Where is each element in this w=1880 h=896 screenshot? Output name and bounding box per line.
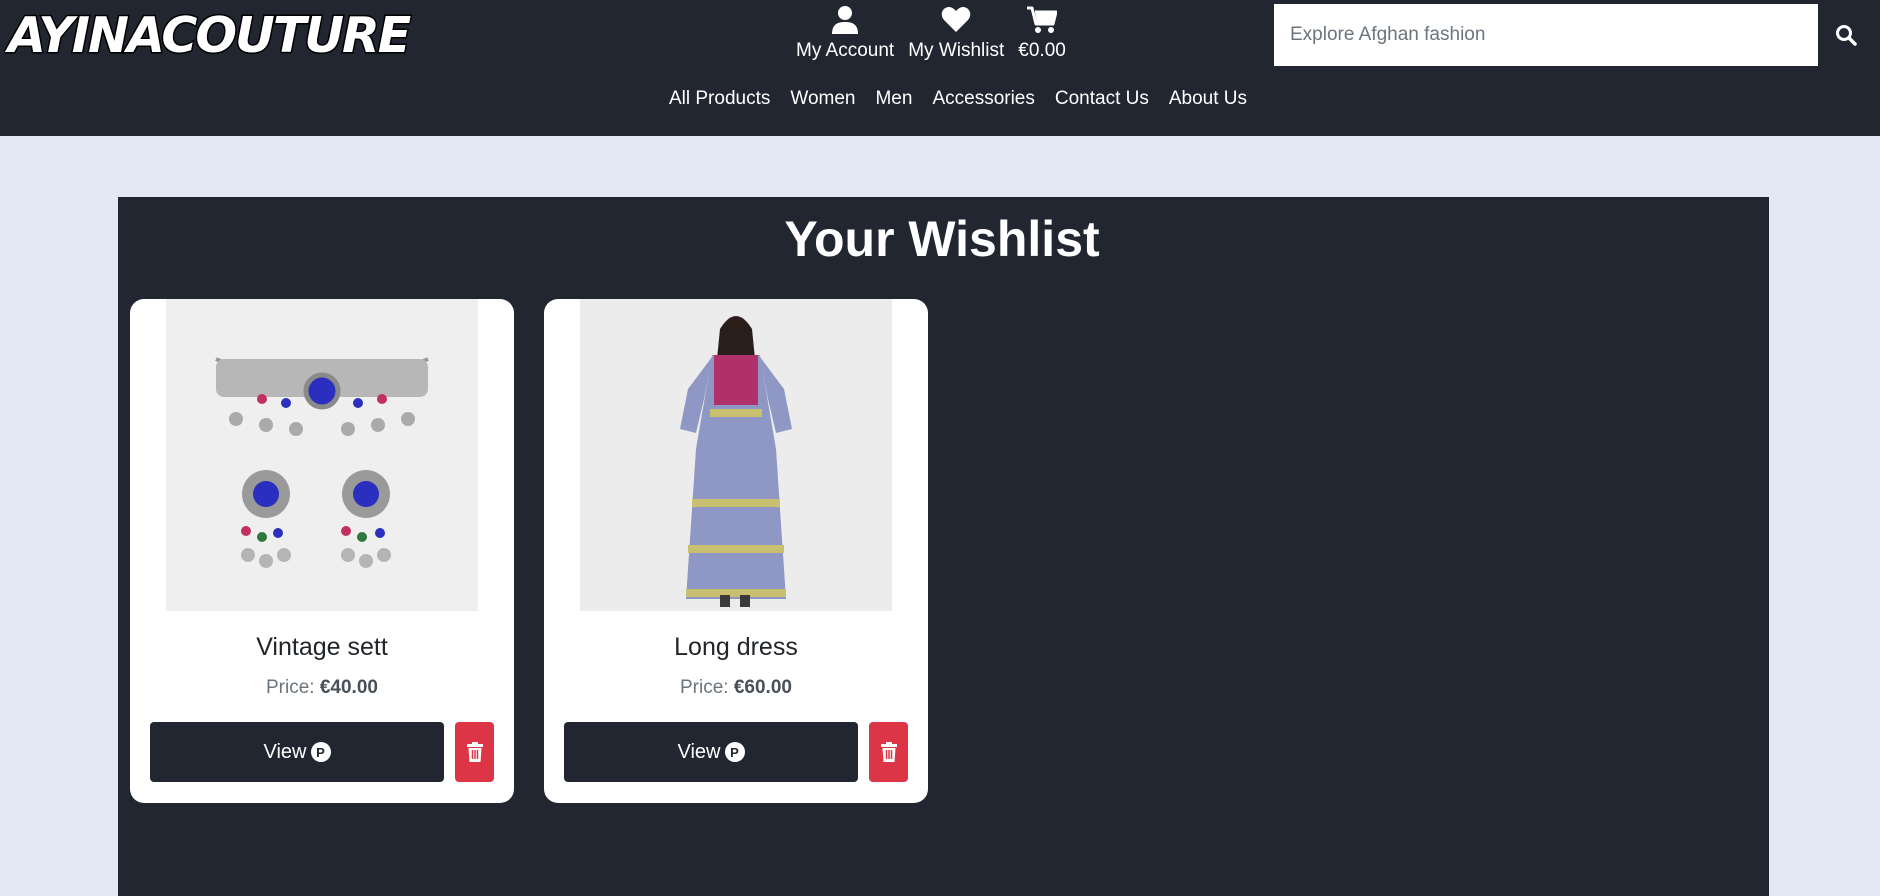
- view-button[interactable]: View P: [564, 722, 858, 782]
- price-prefix: Price:: [266, 677, 315, 698]
- search-button[interactable]: [1818, 4, 1874, 66]
- cart-icon: [1027, 6, 1058, 33]
- delete-button[interactable]: [869, 722, 908, 782]
- site-header: AYINACOUTURE My Account My Wishlist €0.0: [0, 0, 1880, 136]
- nav-accessories[interactable]: Accessories: [932, 88, 1034, 110]
- view-label: View: [263, 740, 307, 763]
- nav-all-products[interactable]: All Products: [669, 88, 770, 110]
- wishlist-card: Long dress Price: €60.00 View P: [544, 299, 928, 803]
- product-price: Price: €40.00: [130, 677, 514, 699]
- parking-icon: P: [310, 742, 331, 762]
- user-icon: [832, 6, 859, 34]
- price-value: €40.00: [319, 677, 378, 698]
- my-wishlist-link[interactable]: My Wishlist: [908, 6, 1004, 62]
- my-account-label: My Account: [796, 40, 895, 61]
- product-name: Vintage sett: [256, 633, 388, 661]
- cart-total: €0.00: [1018, 40, 1066, 61]
- parking-icon: P: [724, 742, 745, 762]
- product-name: Long dress: [674, 633, 798, 661]
- search-icon: [1836, 25, 1857, 46]
- view-label: View: [677, 740, 721, 763]
- account-nav: My Account My Wishlist €0.00: [796, 6, 1080, 62]
- view-button[interactable]: View P: [150, 722, 444, 782]
- wishlist-card: Vintage sett Price: €40.00 View P: [130, 299, 514, 803]
- product-image-dress[interactable]: [580, 299, 892, 611]
- price-prefix: Price:: [680, 677, 729, 698]
- heart-icon: [941, 7, 971, 32]
- nav-men[interactable]: Men: [875, 88, 912, 110]
- page-title: Your Wishlist: [784, 211, 1100, 267]
- nav-about-us[interactable]: About Us: [1169, 88, 1247, 110]
- site-logo[interactable]: AYINACOUTURE: [4, 6, 444, 62]
- nav-women[interactable]: Women: [790, 88, 855, 110]
- my-wishlist-label: My Wishlist: [908, 40, 1005, 61]
- search-input[interactable]: [1274, 4, 1818, 66]
- trash-icon: [880, 742, 897, 762]
- trash-icon: [466, 742, 483, 762]
- main-nav: All Products Women Men Accessories Conta…: [0, 88, 1880, 110]
- cart-link[interactable]: €0.00: [1018, 6, 1066, 62]
- product-price: Price: €60.00: [544, 677, 928, 699]
- product-image-jewelry[interactable]: [166, 299, 478, 611]
- svg-text:AYINACOUTURE: AYINACOUTURE: [4, 7, 411, 62]
- price-value: €60.00: [733, 677, 792, 698]
- nav-contact-us[interactable]: Contact Us: [1055, 88, 1149, 110]
- my-account-link[interactable]: My Account: [796, 6, 894, 62]
- delete-button[interactable]: [455, 722, 494, 782]
